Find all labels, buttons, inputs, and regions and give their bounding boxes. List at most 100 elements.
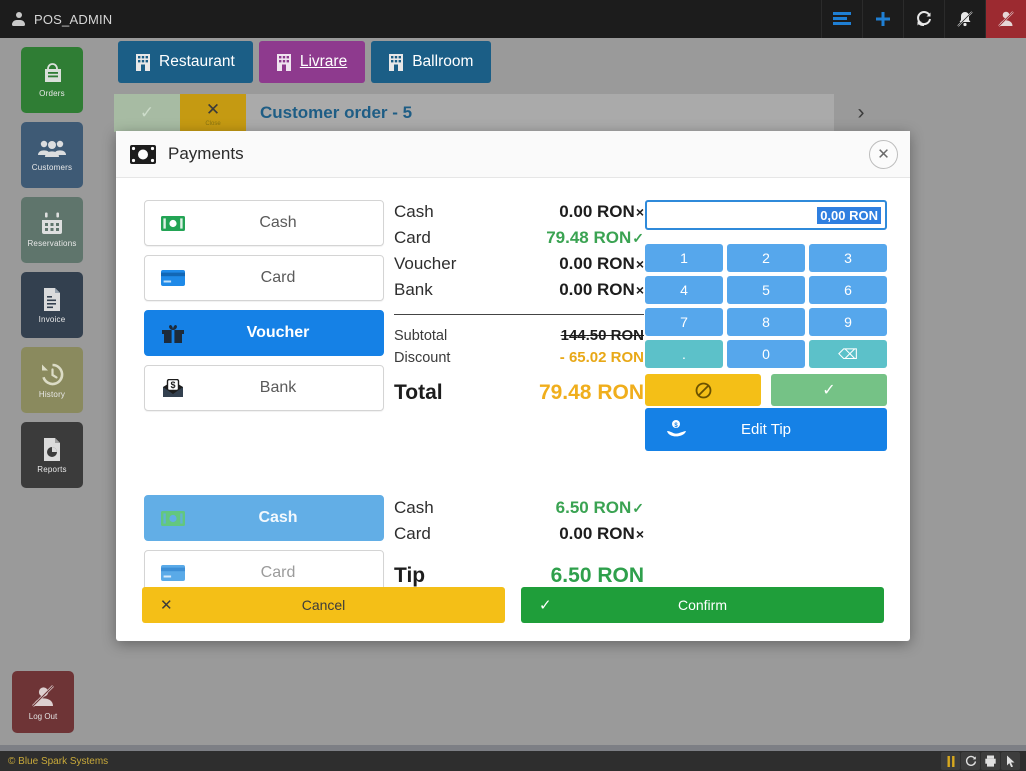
keypad-key-5[interactable]: 5 bbox=[727, 276, 805, 304]
amount-value: 79.48 RON✓ bbox=[546, 228, 644, 247]
building-icon bbox=[276, 53, 291, 71]
keypad-key-1[interactable]: 1 bbox=[645, 244, 723, 272]
payment-method-card[interactable]: Card bbox=[144, 255, 384, 301]
logout-label: Log Out bbox=[28, 711, 58, 721]
dialog-header: Payments ✕ bbox=[116, 131, 910, 178]
close-icon[interactable]: ✕ bbox=[869, 140, 898, 169]
sidebar-item-label: Reservations bbox=[27, 239, 77, 248]
pos-app: POS_ADMIN Orders Customers Reservations … bbox=[0, 0, 1026, 771]
sidebar-item-history[interactable]: History bbox=[21, 347, 83, 413]
dialog-body: Cash Card Voucher $ Bank Cash 0.00 RON× … bbox=[116, 178, 910, 641]
user-icon bbox=[12, 12, 25, 26]
tip-total-label: Tip bbox=[394, 564, 426, 587]
tab-restaurant[interactable]: Restaurant bbox=[118, 41, 253, 83]
unpaid-mark: × bbox=[635, 526, 644, 542]
user-logout-icon[interactable] bbox=[985, 0, 1026, 38]
total-row: Total 79.48 RON bbox=[394, 381, 644, 405]
backspace-icon[interactable]: ⌫ bbox=[809, 340, 887, 368]
bell-slash-icon[interactable] bbox=[944, 0, 985, 38]
tip-method-cash[interactable]: Cash bbox=[144, 495, 384, 541]
amount-input[interactable]: 0,00 RON bbox=[645, 200, 887, 230]
amount-label: Cash bbox=[394, 202, 434, 221]
amount-label: Voucher bbox=[394, 254, 457, 273]
check-icon: ✓ bbox=[822, 382, 836, 399]
current-user: POS_ADMIN bbox=[0, 12, 112, 27]
right-panel bbox=[890, 94, 1026, 454]
payment-method-bank[interactable]: $ Bank bbox=[144, 365, 384, 411]
logout-button[interactable]: Log Out bbox=[12, 671, 74, 733]
building-icon bbox=[389, 53, 404, 71]
cancel-label: Cancel bbox=[301, 597, 346, 613]
x-icon: ✕ bbox=[160, 597, 173, 614]
tab-label: Ballroom bbox=[412, 53, 474, 70]
keypad-key-9[interactable]: 9 bbox=[809, 308, 887, 336]
order-close-button[interactable]: ✕ Close bbox=[180, 94, 246, 132]
keypad-cancel-button[interactable] bbox=[645, 374, 761, 406]
keypad-key-decimal[interactable]: . bbox=[645, 340, 723, 368]
tip-total-row: Tip 6.50 RON bbox=[394, 564, 644, 588]
tip-amount-row: Cash 6.50 RON✓ bbox=[394, 498, 644, 524]
keypad-key-0[interactable]: 0 bbox=[727, 340, 805, 368]
payment-method-voucher[interactable]: Voucher bbox=[144, 310, 384, 356]
card-icon bbox=[161, 270, 185, 286]
pause-icon[interactable] bbox=[941, 752, 960, 770]
sidebar-item-label: Reports bbox=[37, 464, 67, 474]
cursor-icon[interactable] bbox=[1001, 752, 1020, 770]
discount-label: Discount bbox=[394, 350, 451, 366]
confirm-label: Confirm bbox=[677, 597, 727, 613]
user-name: POS_ADMIN bbox=[34, 11, 113, 27]
keypad-key-8[interactable]: 8 bbox=[727, 308, 805, 336]
sidebar-item-customers[interactable]: Customers bbox=[21, 122, 83, 188]
x-icon: ✕ bbox=[205, 99, 221, 119]
card-icon bbox=[161, 565, 185, 581]
dialog-title: Payments bbox=[168, 144, 244, 163]
refresh-icon[interactable] bbox=[903, 0, 944, 38]
amounts-panel: Cash 0.00 RON× Card 79.48 RON✓ Voucher 0… bbox=[394, 202, 644, 405]
tab-label: Livrare bbox=[299, 53, 348, 70]
tab-livrare[interactable]: Livrare bbox=[258, 41, 366, 83]
amount-value: 0.00 RON× bbox=[559, 280, 644, 299]
status-bar: © Blue Spark Systems bbox=[0, 751, 1026, 771]
keypad-key-7[interactable]: 7 bbox=[645, 308, 723, 336]
amount-value: 0.00 RON× bbox=[559, 202, 644, 221]
amount-row: Card 79.48 RON✓ bbox=[394, 228, 644, 254]
cancel-button[interactable]: ✕ Cancel bbox=[142, 587, 505, 623]
keypad-key-4[interactable]: 4 bbox=[645, 276, 723, 304]
chevron-right-icon[interactable]: › bbox=[844, 96, 878, 130]
payment-method-list: Cash Card Voucher $ Bank bbox=[144, 200, 384, 420]
check-icon: ✓ bbox=[139, 103, 155, 122]
total-value: 79.48 RON bbox=[538, 381, 644, 404]
top-bar: POS_ADMIN bbox=[0, 0, 1026, 38]
sidebar-item-invoice[interactable]: Invoice bbox=[21, 272, 83, 338]
sidebar-item-orders[interactable]: Orders bbox=[21, 47, 83, 113]
add-icon[interactable] bbox=[862, 0, 903, 38]
order-accept-button[interactable]: ✓ bbox=[114, 94, 180, 132]
refresh-icon[interactable] bbox=[961, 752, 980, 770]
keypad-confirm-button[interactable]: ✓ bbox=[771, 374, 887, 406]
sidebar-item-reservations[interactable]: Reservations bbox=[21, 197, 83, 263]
edit-tip-button[interactable]: $ Edit Tip bbox=[645, 408, 887, 451]
keypad-key-3[interactable]: 3 bbox=[809, 244, 887, 272]
tab-label: Restaurant bbox=[159, 53, 235, 70]
total-label: Total bbox=[394, 381, 443, 404]
amount-row: Voucher 0.00 RON× bbox=[394, 254, 644, 280]
keypad-panel: 0,00 RON 1 2 3 4 5 6 7 8 9 . 0 ⌫ ✓ bbox=[645, 200, 887, 406]
unpaid-mark: × bbox=[635, 256, 644, 272]
order-title: Customer order - 5 bbox=[260, 103, 413, 122]
tab-ballroom[interactable]: Ballroom bbox=[371, 41, 492, 83]
payment-method-cash[interactable]: Cash bbox=[144, 200, 384, 246]
subtotal-value: 144.50 RON bbox=[560, 327, 644, 344]
keypad-key-6[interactable]: 6 bbox=[809, 276, 887, 304]
amount-value: 0.00 RON× bbox=[559, 254, 644, 273]
list-view-icon[interactable] bbox=[821, 0, 862, 38]
tip-total-value: 6.50 RON bbox=[550, 564, 644, 587]
copyright-text: © Blue Spark Systems bbox=[8, 755, 109, 767]
confirm-button[interactable]: ✓ Confirm bbox=[521, 587, 884, 623]
subtotal-label: Subtotal bbox=[394, 328, 448, 344]
keypad-key-2[interactable]: 2 bbox=[727, 244, 805, 272]
printer-icon[interactable] bbox=[981, 752, 1000, 770]
tip-amount-value: 0.00 RON× bbox=[559, 524, 644, 543]
sidebar-item-reports[interactable]: Reports bbox=[21, 422, 83, 488]
edit-tip-label: Edit Tip bbox=[740, 421, 792, 438]
bank-icon: $ bbox=[161, 378, 185, 398]
